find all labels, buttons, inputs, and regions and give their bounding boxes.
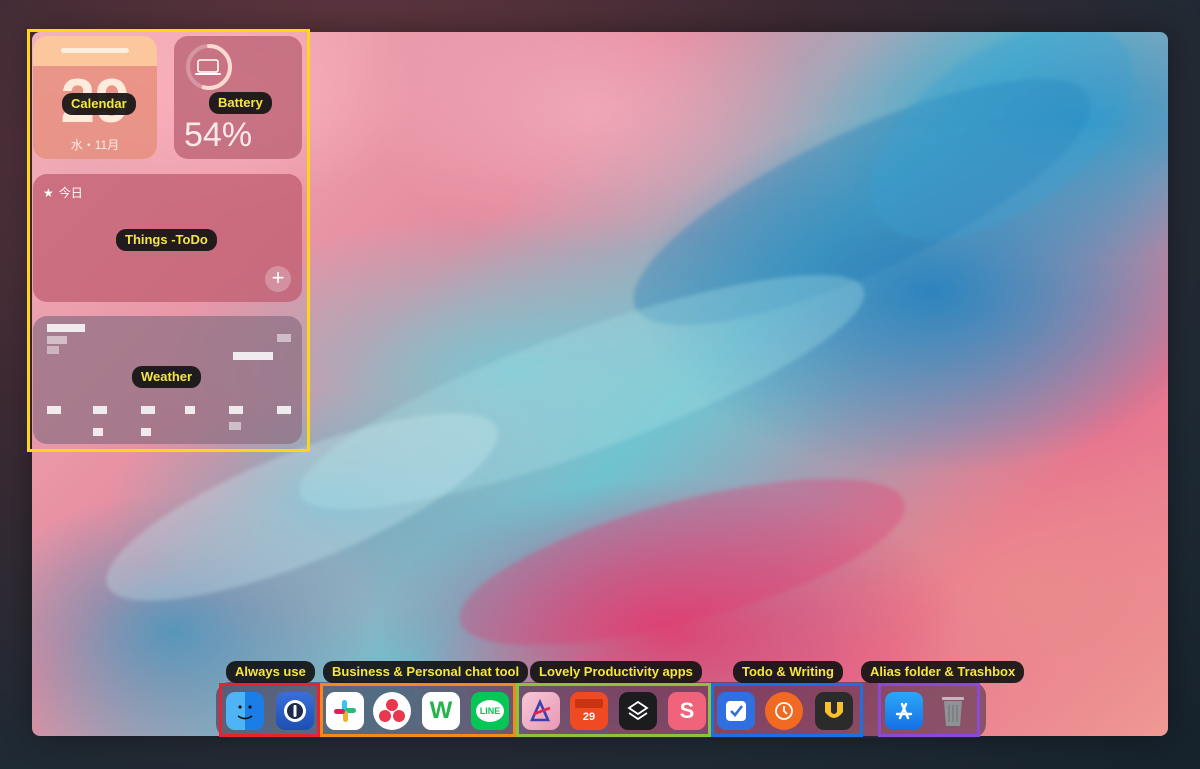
app-store-icon[interactable]: [885, 692, 923, 730]
scrivener-icon[interactable]: S: [668, 692, 706, 730]
fantastical-icon[interactable]: 29: [570, 692, 608, 730]
slack-icon[interactable]: [326, 692, 364, 730]
widgets-highlight-frame: [27, 29, 310, 452]
focus-icon[interactable]: [765, 692, 803, 730]
works-icon[interactable]: W: [422, 692, 460, 730]
finder-icon[interactable]: [226, 692, 264, 730]
ulysses-icon[interactable]: [815, 692, 853, 730]
trash-icon[interactable]: [934, 692, 972, 730]
layers-icon[interactable]: [619, 692, 657, 730]
group-label-always-use: Always use: [226, 661, 315, 683]
asana-icon[interactable]: [373, 692, 411, 730]
group-label-todo-writing: Todo & Writing: [733, 661, 843, 683]
group-label-chat-tools: Business & Personal chat tool: [323, 661, 529, 683]
line-icon[interactable]: LINE: [471, 692, 509, 730]
1password-icon[interactable]: [276, 692, 314, 730]
group-label-alias-trash: Alias folder & Trashbox: [861, 661, 1025, 683]
group-label-productivity: Lovely Productivity apps: [530, 661, 702, 683]
things-icon[interactable]: [717, 692, 755, 730]
affinity-icon[interactable]: [522, 692, 560, 730]
